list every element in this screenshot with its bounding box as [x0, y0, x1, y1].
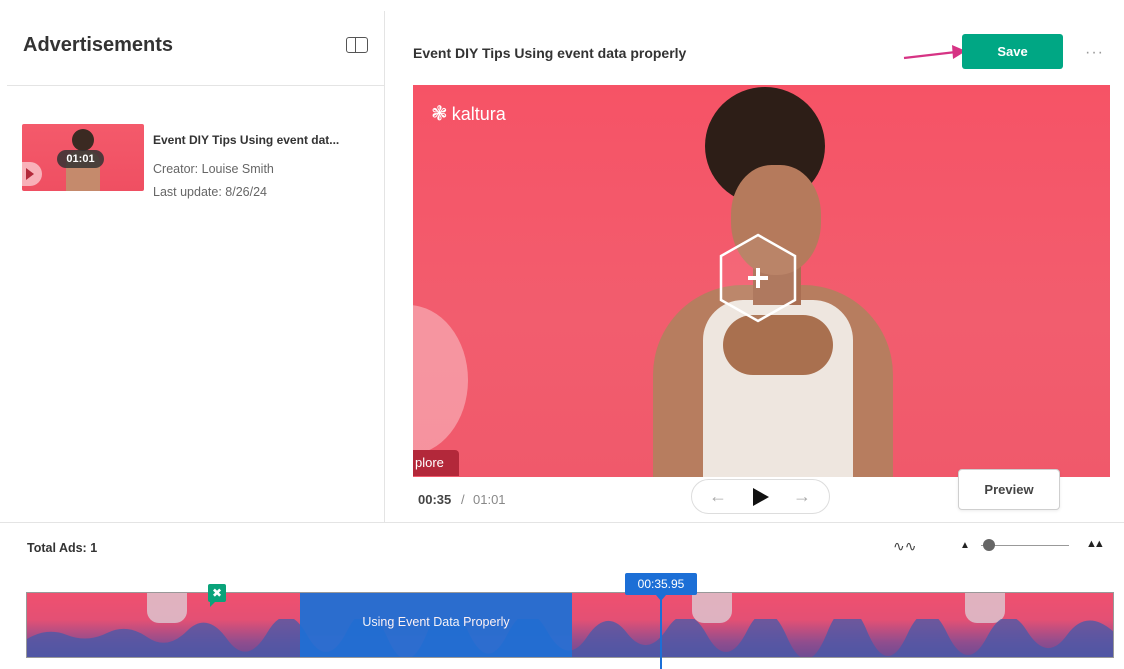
entry-creator: Creator: Louise Smith	[153, 162, 274, 176]
video-player[interactable]: ❃ kaltura plore	[413, 85, 1110, 477]
editor-title: Event DIY Tips Using event data properly	[413, 45, 687, 61]
ad-segment[interactable]: Using Event Data Properly	[300, 593, 572, 657]
arrow-right-icon[interactable]: →	[793, 486, 811, 507]
entry-title[interactable]: Event DIY Tips Using event dat...	[153, 133, 339, 147]
waveform-icon[interactable]: ∿∿	[893, 538, 916, 555]
kaltura-logo: ❃ kaltura	[431, 103, 506, 125]
play-icon[interactable]	[753, 488, 769, 506]
more-horizontal-icon[interactable]: ···	[1085, 44, 1104, 62]
current-time: 00:35	[418, 492, 452, 507]
divider	[384, 11, 385, 522]
total-ads-count: Total Ads: 1	[27, 541, 98, 555]
panel-title: Advertisements	[23, 34, 174, 56]
play-icon	[22, 162, 42, 186]
duration-badge: 01:01	[57, 150, 104, 168]
ad-segment-label: Using Event Data Properly	[362, 615, 510, 629]
annotation-arrow-icon	[903, 45, 966, 60]
preview-button[interactable]: Preview	[958, 469, 1060, 510]
overlay-chip: plore	[413, 450, 459, 476]
zoom-out-icon[interactable]: ▲	[960, 540, 970, 551]
divider	[7, 85, 384, 86]
save-button[interactable]: Save	[962, 34, 1063, 69]
time-separator: /	[461, 492, 465, 507]
entry-last-update: Last update: 8/26/24	[153, 185, 267, 199]
divider	[0, 522, 1124, 523]
ad-marker-icon[interactable]: ✖	[208, 584, 226, 607]
playhead-line[interactable]	[660, 597, 662, 669]
playhead-time[interactable]: 00:35.95	[625, 573, 697, 601]
hexagon-plus-icon[interactable]	[718, 232, 798, 324]
panel-layout-icon[interactable]	[346, 37, 368, 53]
zoom-in-icon[interactable]: ▲▲	[1086, 538, 1105, 550]
total-time: 01:01	[473, 492, 506, 507]
timeline-track[interactable]: Using Event Data Properly	[26, 592, 1114, 658]
zoom-slider-handle[interactable]	[983, 539, 995, 551]
arrow-left-icon[interactable]: ←	[709, 486, 727, 507]
